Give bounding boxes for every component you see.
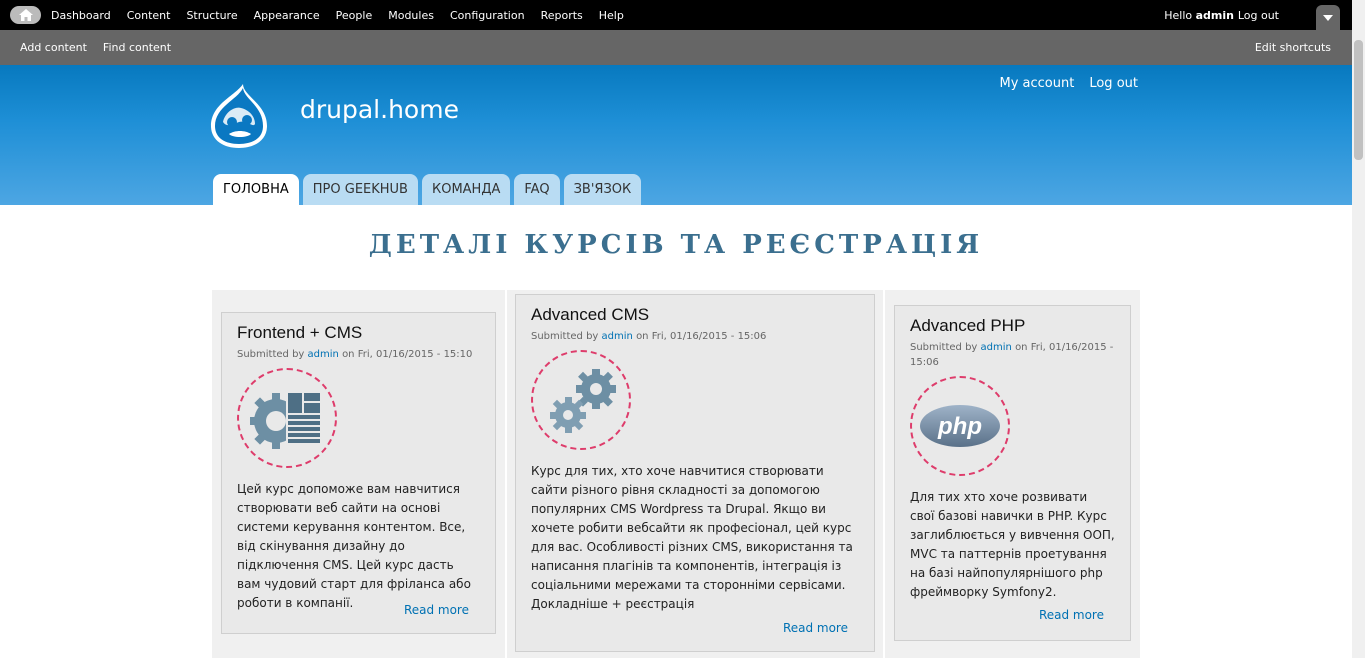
shortcut-find-content[interactable]: Find content: [95, 41, 179, 54]
gears-icon: [550, 369, 616, 433]
shortcut-links: Add content Find content: [12, 41, 179, 54]
toolbar-item-dashboard[interactable]: Dashboard: [43, 9, 119, 22]
shortcut-add-content[interactable]: Add content: [12, 41, 95, 54]
column-divider: [505, 290, 507, 658]
read-more-link[interactable]: Read more: [783, 621, 848, 635]
author-link[interactable]: admin: [308, 349, 339, 360]
username-link[interactable]: admin: [1196, 9, 1234, 22]
tab-home[interactable]: ГОЛОВНА: [213, 174, 299, 205]
toolbar-item-modules[interactable]: Modules: [380, 9, 442, 22]
home-icon: [18, 9, 33, 21]
course-image: [531, 350, 631, 450]
toolbar-item-people[interactable]: People: [328, 9, 381, 22]
php-logo-text: php: [937, 413, 982, 440]
frontend-cms-gear-grid-icon: [250, 391, 322, 449]
submitted-label: Submitted by: [531, 331, 599, 342]
hello-label: Hello: [1164, 9, 1193, 22]
toolbar-item-reports[interactable]: Reports: [533, 9, 591, 22]
toolbar-user-greeting: Hello admin: [1164, 9, 1234, 22]
site-name[interactable]: drupal.home: [300, 95, 459, 124]
card-meta: Submitted by admin on Fri, 01/16/2015 - …: [237, 347, 480, 362]
card-body: Для тих хто хоче розвивати свої базові н…: [910, 490, 1115, 599]
card-body: Курс для тих, хто хоче навчитися створюв…: [531, 464, 853, 592]
course-image: [237, 368, 337, 468]
tab-about-geekhub[interactable]: ПРО GEEKHUB: [302, 174, 418, 205]
toolbar-item-structure[interactable]: Structure: [178, 9, 245, 22]
shortcuts-bar: Add content Find content Edit shortcuts: [0, 30, 1352, 65]
submitted-label: Submitted by: [910, 342, 978, 353]
page-title: ДЕТАЛІ КУРСІВ ТА РЕЄСТРАЦІЯ: [368, 230, 984, 260]
course-card-frontend-cms: Frontend + CMS Submitted by admin on Fri…: [221, 312, 496, 634]
page-scrollbar[interactable]: [1352, 0, 1365, 658]
details-registration-text: Докладніше + реєстрація: [531, 597, 695, 611]
tab-faq[interactable]: FAQ: [514, 174, 560, 205]
card-meta: Submitted by admin on Fri, 01/16/2015 - …: [531, 329, 859, 344]
course-image: php: [910, 376, 1010, 476]
author-link[interactable]: admin: [981, 342, 1012, 353]
chevron-down-icon: [1323, 14, 1333, 21]
toolbar-drawer-toggle[interactable]: [1316, 5, 1340, 30]
my-account-link[interactable]: My account: [1000, 76, 1075, 91]
toolbar-logout-link[interactable]: Log out: [1238, 9, 1279, 22]
submitted-label: Submitted by: [237, 349, 305, 360]
php-logo-icon: php: [920, 405, 1000, 447]
card-title[interactable]: Frontend + CMS: [237, 323, 480, 343]
drupal-logo-icon: [211, 84, 267, 148]
author-link[interactable]: admin: [602, 331, 633, 342]
toolbar-item-appearance[interactable]: Appearance: [246, 9, 328, 22]
toolbar-item-configuration[interactable]: Configuration: [442, 9, 533, 22]
read-more-link[interactable]: Read more: [1039, 608, 1104, 622]
read-more-link[interactable]: Read more: [404, 603, 469, 617]
toolbar-item-help[interactable]: Help: [591, 9, 632, 22]
toolbar-item-content[interactable]: Content: [119, 9, 179, 22]
main-menu-tabs: ГОЛОВНА ПРО GEEKHUB КОМАНДА FAQ ЗВ'ЯЗОК: [213, 174, 642, 205]
submitted-date: on Fri, 01/16/2015 - 15:10: [342, 349, 473, 360]
card-meta: Submitted by admin on Fri, 01/16/2015 - …: [910, 340, 1115, 370]
card-title[interactable]: Advanced CMS: [531, 305, 859, 325]
tab-contact[interactable]: ЗВ'ЯЗОК: [563, 174, 642, 205]
card-title[interactable]: Advanced PHP: [910, 316, 1115, 336]
toolbar-menu: Dashboard Content Structure Appearance P…: [43, 0, 632, 30]
edit-shortcuts-link[interactable]: Edit shortcuts: [1255, 41, 1331, 54]
secondary-menu: My account Log out: [1000, 76, 1139, 91]
card-body: Цей курс допоможе вам навчитися створюва…: [237, 482, 471, 610]
scrollbar-thumb[interactable]: [1354, 40, 1363, 160]
admin-toolbar: Dashboard Content Structure Appearance P…: [0, 0, 1352, 30]
course-card-advanced-php: Advanced PHP Submitted by admin on Fri, …: [894, 305, 1131, 641]
header-logout-link[interactable]: Log out: [1089, 76, 1138, 91]
home-button[interactable]: [10, 6, 41, 24]
column-divider: [883, 290, 885, 658]
submitted-date: on Fri, 01/16/2015 - 15:06: [636, 331, 767, 342]
tab-team[interactable]: КОМАНДА: [421, 174, 511, 205]
site-header: drupal.home My account Log out ГОЛОВНА П…: [0, 65, 1352, 205]
course-card-advanced-cms: Advanced CMS Submitted by admin on Fri, …: [515, 294, 875, 652]
site-logo[interactable]: [207, 82, 271, 150]
